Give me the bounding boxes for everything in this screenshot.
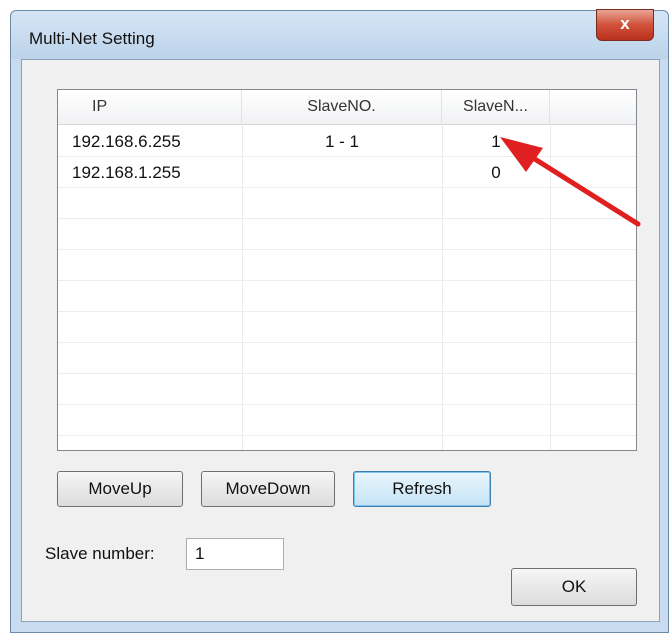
move-up-button[interactable]: MoveUp bbox=[57, 471, 183, 507]
row-slave-n: 0 bbox=[491, 163, 501, 182]
column-divider bbox=[550, 124, 551, 450]
refresh-button[interactable]: Refresh bbox=[353, 471, 491, 507]
move-down-button[interactable]: MoveDown bbox=[201, 471, 335, 507]
dialog-client-area: IP SlaveNO. SlaveN... 192.168.6.255 1 - … bbox=[21, 59, 660, 622]
row-ip: 192.168.1.255 bbox=[72, 163, 181, 182]
title-bar: Multi-Net Setting x bbox=[11, 9, 668, 59]
multi-net-setting-dialog: Multi-Net Setting x IP SlaveNO. SlaveN..… bbox=[10, 9, 669, 633]
column-header-slave-n[interactable]: SlaveN... bbox=[442, 90, 550, 124]
close-icon: x bbox=[620, 14, 630, 33]
row-gridline bbox=[58, 342, 636, 343]
row-gridline bbox=[58, 373, 636, 374]
column-header-ip[interactable]: IP bbox=[58, 90, 242, 124]
row-ip: 192.168.6.255 bbox=[72, 132, 181, 151]
row-gridline bbox=[58, 435, 636, 436]
slave-number-label: Slave number: bbox=[45, 544, 155, 563]
window-title: Multi-Net Setting bbox=[29, 29, 155, 48]
close-button[interactable]: x bbox=[596, 9, 654, 41]
column-header-blank bbox=[550, 90, 636, 124]
net-list-view[interactable]: IP SlaveNO. SlaveN... 192.168.6.255 1 - … bbox=[57, 89, 637, 451]
row-gridline bbox=[58, 311, 636, 312]
slave-number-input[interactable] bbox=[186, 538, 284, 570]
row-slave-n: 1 bbox=[491, 132, 501, 151]
ok-button[interactable]: OK bbox=[511, 568, 637, 606]
row-slave-no: 1 - 1 bbox=[324, 132, 360, 151]
row-gridline bbox=[58, 280, 636, 281]
column-header-slave-no[interactable]: SlaveNO. bbox=[242, 90, 442, 124]
row-gridline bbox=[58, 249, 636, 250]
row-gridline bbox=[58, 404, 636, 405]
row-slave-no bbox=[242, 157, 442, 188]
row-gridline bbox=[58, 218, 636, 219]
list-header: IP SlaveNO. SlaveN... bbox=[58, 90, 636, 125]
